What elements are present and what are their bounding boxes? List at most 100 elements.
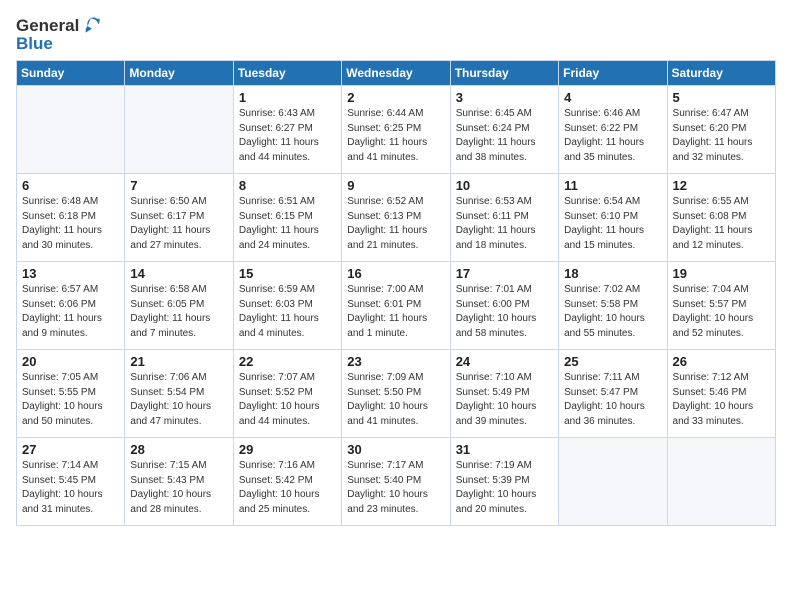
day-number: 14 [130,266,227,281]
day-info: Sunrise: 7:00 AM Sunset: 6:01 PM Dayligh… [347,283,444,341]
day-number: 13 [22,266,119,281]
day-number: 18 [564,266,661,281]
day-info: Sunrise: 6:45 AM Sunset: 6:24 PM Dayligh… [456,107,553,165]
calendar-cell: 14 Sunrise: 6:58 AM Sunset: 6:05 PM Dayli… [125,262,233,350]
calendar-cell: 12 Sunrise: 6:55 AM Sunset: 6:08 PM Dayli… [667,174,775,262]
calendar-cell: 2 Sunrise: 6:44 AM Sunset: 6:25 PM Daylig… [342,86,450,174]
day-info: Sunrise: 7:19 AM Sunset: 5:39 PM Dayligh… [456,459,553,517]
calendar-cell: 16 Sunrise: 7:00 AM Sunset: 6:01 PM Dayli… [342,262,450,350]
calendar-cell [17,86,125,174]
day-number: 29 [239,442,336,457]
calendar-cell [125,86,233,174]
calendar-cell: 25 Sunrise: 7:11 AM Sunset: 5:47 PM Dayli… [559,350,667,438]
day-info: Sunrise: 7:17 AM Sunset: 5:40 PM Dayligh… [347,459,444,517]
day-number: 23 [347,354,444,369]
day-number: 31 [456,442,553,457]
calendar-week-row: 1Sunrise: 6:43 AM Sunset: 6:27 PM Daylig… [17,86,776,174]
calendar-week-row: 20Sunrise: 7:05 AM Sunset: 5:55 PM Dayli… [17,350,776,438]
calendar-week-row: 6 Sunrise: 6:48 AM Sunset: 6:18 PM Daylig… [17,174,776,262]
day-number: 16 [347,266,444,281]
day-number: 4 [564,90,661,105]
day-info: Sunrise: 7:15 AM Sunset: 5:43 PM Dayligh… [130,459,227,517]
calendar-cell: 9Sunrise: 6:52 AM Sunset: 6:13 PM Daylig… [342,174,450,262]
day-of-week-header: Saturday [667,61,775,86]
calendar-cell: 29 Sunrise: 7:16 AM Sunset: 5:42 PM Dayli… [233,438,341,526]
calendar-cell: 31 Sunrise: 7:19 AM Sunset: 5:39 PM Dayli… [450,438,558,526]
day-number: 2 [347,90,444,105]
calendar-cell: 8Sunrise: 6:51 AM Sunset: 6:15 PM Daylig… [233,174,341,262]
day-info: Sunrise: 6:44 AM Sunset: 6:25 PM Dayligh… [347,107,444,165]
day-info: Sunrise: 7:04 AM Sunset: 5:57 PM Dayligh… [673,283,770,341]
day-info: Sunrise: 6:50 AM Sunset: 6:17 PM Dayligh… [130,195,227,253]
day-info: Sunrise: 7:02 AM Sunset: 5:58 PM Dayligh… [564,283,661,341]
day-number: 10 [456,178,553,193]
day-info: Sunrise: 7:01 AM Sunset: 6:00 PM Dayligh… [456,283,553,341]
calendar-cell: 4Sunrise: 6:46 AM Sunset: 6:22 PM Daylig… [559,86,667,174]
day-info: Sunrise: 6:58 AM Sunset: 6:05 PM Dayligh… [130,283,227,341]
calendar-cell: 5 Sunrise: 6:47 AM Sunset: 6:20 PM Daylig… [667,86,775,174]
day-info: Sunrise: 7:11 AM Sunset: 5:47 PM Dayligh… [564,371,661,429]
day-number: 21 [130,354,227,369]
calendar-cell: 20Sunrise: 7:05 AM Sunset: 5:55 PM Dayli… [17,350,125,438]
day-number: 27 [22,442,119,457]
day-info: Sunrise: 6:57 AM Sunset: 6:06 PM Dayligh… [22,283,119,341]
day-number: 7 [130,178,227,193]
calendar-cell: 3 Sunrise: 6:45 AM Sunset: 6:24 PM Daylig… [450,86,558,174]
day-of-week-header: Sunday [17,61,125,86]
calendar-cell: 18 Sunrise: 7:02 AM Sunset: 5:58 PM Dayli… [559,262,667,350]
logo-blue-text: Blue [16,34,53,54]
calendar-header-row: SundayMondayTuesdayWednesdayThursdayFrid… [17,61,776,86]
day-info: Sunrise: 6:59 AM Sunset: 6:03 PM Dayligh… [239,283,336,341]
day-number: 12 [673,178,770,193]
calendar-cell: 22 Sunrise: 7:07 AM Sunset: 5:52 PM Dayli… [233,350,341,438]
logo: General Blue [16,16,101,54]
day-of-week-header: Tuesday [233,61,341,86]
page-header: General Blue [16,16,776,54]
day-number: 6 [22,178,119,193]
day-info: Sunrise: 7:16 AM Sunset: 5:42 PM Dayligh… [239,459,336,517]
calendar-cell: 24 Sunrise: 7:10 AM Sunset: 5:49 PM Dayli… [450,350,558,438]
day-info: Sunrise: 7:07 AM Sunset: 5:52 PM Dayligh… [239,371,336,429]
calendar-cell: 27Sunrise: 7:14 AM Sunset: 5:45 PM Dayli… [17,438,125,526]
logo-general-text: General [16,16,79,36]
calendar-cell: 11Sunrise: 6:54 AM Sunset: 6:10 PM Dayli… [559,174,667,262]
day-of-week-header: Friday [559,61,667,86]
calendar-week-row: 27Sunrise: 7:14 AM Sunset: 5:45 PM Dayli… [17,438,776,526]
day-number: 3 [456,90,553,105]
day-info: Sunrise: 6:55 AM Sunset: 6:08 PM Dayligh… [673,195,770,253]
day-of-week-header: Thursday [450,61,558,86]
calendar-cell: 21 Sunrise: 7:06 AM Sunset: 5:54 PM Dayli… [125,350,233,438]
day-info: Sunrise: 7:09 AM Sunset: 5:50 PM Dayligh… [347,371,444,429]
day-info: Sunrise: 7:10 AM Sunset: 5:49 PM Dayligh… [456,371,553,429]
calendar-cell: 6 Sunrise: 6:48 AM Sunset: 6:18 PM Daylig… [17,174,125,262]
calendar-cell: 13 Sunrise: 6:57 AM Sunset: 6:06 PM Dayli… [17,262,125,350]
day-info: Sunrise: 7:05 AM Sunset: 5:55 PM Dayligh… [22,371,119,429]
calendar-cell [667,438,775,526]
day-number: 15 [239,266,336,281]
day-of-week-header: Wednesday [342,61,450,86]
day-info: Sunrise: 7:06 AM Sunset: 5:54 PM Dayligh… [130,371,227,429]
day-info: Sunrise: 6:48 AM Sunset: 6:18 PM Dayligh… [22,195,119,253]
calendar-cell: 1Sunrise: 6:43 AM Sunset: 6:27 PM Daylig… [233,86,341,174]
day-number: 19 [673,266,770,281]
day-number: 11 [564,178,661,193]
day-number: 22 [239,354,336,369]
day-number: 5 [673,90,770,105]
day-number: 28 [130,442,227,457]
day-number: 26 [673,354,770,369]
calendar-cell [559,438,667,526]
day-number: 25 [564,354,661,369]
day-info: Sunrise: 6:43 AM Sunset: 6:27 PM Dayligh… [239,107,336,165]
day-number: 9 [347,178,444,193]
calendar-cell: 10Sunrise: 6:53 AM Sunset: 6:11 PM Dayli… [450,174,558,262]
calendar-cell: 15 Sunrise: 6:59 AM Sunset: 6:03 PM Dayli… [233,262,341,350]
day-info: Sunrise: 6:47 AM Sunset: 6:20 PM Dayligh… [673,107,770,165]
calendar-table: SundayMondayTuesdayWednesdayThursdayFrid… [16,60,776,526]
day-of-week-header: Monday [125,61,233,86]
calendar-cell: 30 Sunrise: 7:17 AM Sunset: 5:40 PM Dayli… [342,438,450,526]
day-number: 30 [347,442,444,457]
day-info: Sunrise: 7:12 AM Sunset: 5:46 PM Dayligh… [673,371,770,429]
day-number: 17 [456,266,553,281]
day-number: 24 [456,354,553,369]
logo-bird-icon [81,16,101,36]
